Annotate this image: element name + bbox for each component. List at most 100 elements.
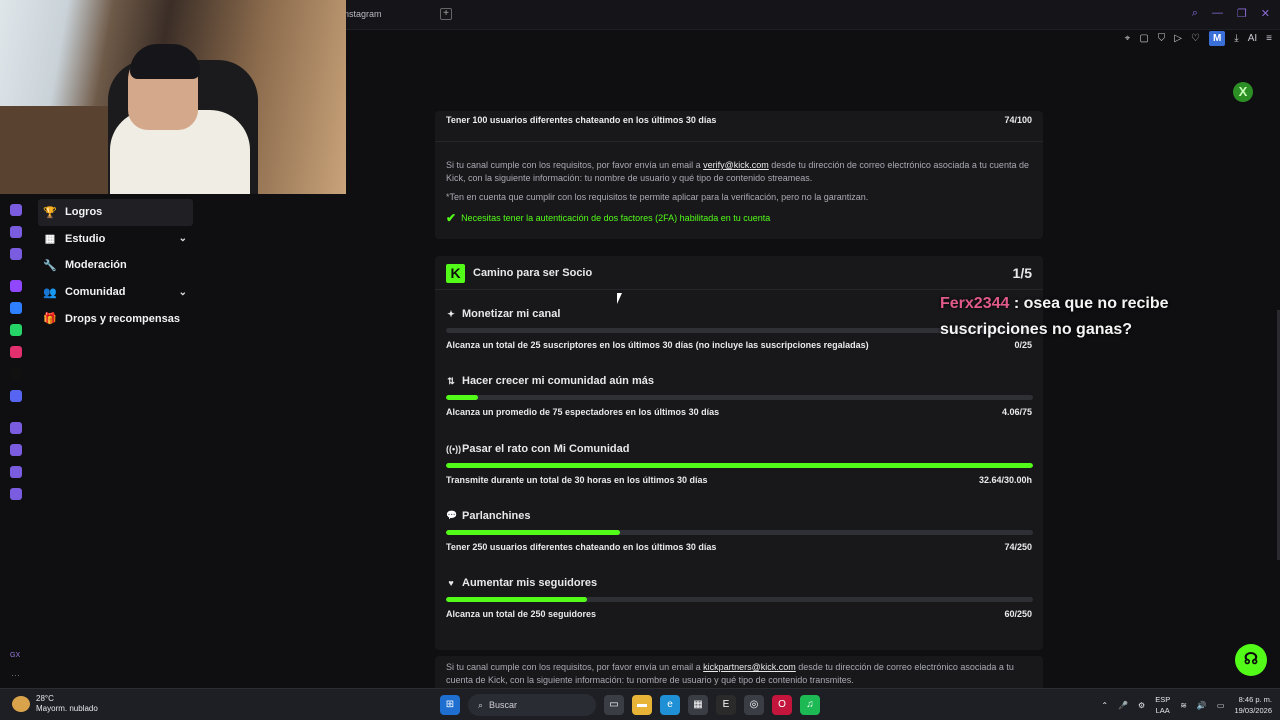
maximize-button[interactable]: ❐ xyxy=(1237,7,1247,20)
messenger-icon[interactable] xyxy=(10,302,22,314)
goal-icon: ✦ xyxy=(447,308,455,319)
goal-requirement: Alcanza un promedio de 75 espectadores e… xyxy=(446,407,1032,417)
file-explorer-icon[interactable]: ▭ xyxy=(604,695,624,715)
spotify-icon[interactable]: ♫ xyxy=(800,695,820,715)
cube-icon[interactable] xyxy=(10,466,22,478)
clock[interactable]: 8:46 p. m. 19/03/2026 xyxy=(1234,694,1272,716)
verification-requirement: Tener 100 usuarios diferentes chateando … xyxy=(446,115,1032,125)
steam-icon[interactable]: ◎ xyxy=(744,695,764,715)
xbox-icon[interactable]: X xyxy=(1233,82,1253,102)
goal-title-text: Pasar el rato con Mi Comunidad xyxy=(462,442,630,455)
microphone-icon[interactable]: 🎤 xyxy=(1118,701,1128,710)
wifi-icon[interactable]: ≋ xyxy=(1180,701,1187,710)
search-icon: ⌕ xyxy=(478,699,484,710)
opera-gx-icon[interactable]: O xyxy=(772,695,792,715)
goal-title-text: Aumentar mis seguidores xyxy=(462,577,598,590)
verify-email-link[interactable]: verify@kick.com xyxy=(703,160,769,170)
chat-username: Ferx2344 xyxy=(940,295,1010,312)
folder-icon[interactable]: ▬ xyxy=(632,695,652,715)
play-icon[interactable] xyxy=(10,422,22,434)
m-icon[interactable] xyxy=(10,248,22,260)
minimize-button[interactable]: — xyxy=(1212,7,1223,20)
windows-start-icon[interactable]: ⊞ xyxy=(440,695,460,715)
chevron-up-icon[interactable]: ⌃ xyxy=(1101,701,1108,710)
close-button[interactable]: ✕ xyxy=(1261,7,1270,20)
partner-email-link[interactable]: kickpartners@kick.com xyxy=(703,662,796,672)
nav-label: Moderación xyxy=(65,259,127,272)
pin-icon[interactable]: ⌖ xyxy=(1125,33,1131,44)
nav-label: Logros xyxy=(65,206,103,219)
weather-widget[interactable]: 28°C Mayorm. nublado xyxy=(12,694,98,714)
nav-icon: 🔧 xyxy=(43,259,57,272)
ai-icon[interactable]: AI xyxy=(1248,33,1257,44)
weather-temp: 28°C xyxy=(36,694,54,703)
store-icon[interactable]: ▦ xyxy=(688,695,708,715)
twitch-icon[interactable] xyxy=(10,280,22,292)
goal-desc: Alcanza un total de 250 seguidores xyxy=(446,609,597,620)
epic-icon[interactable]: E xyxy=(716,695,736,715)
chevron-down-icon[interactable]: ⌄ xyxy=(179,233,187,244)
nav-label: Estudio xyxy=(65,232,106,245)
check-icon: ✔ xyxy=(446,211,457,225)
more-icon[interactable]: ··· xyxy=(11,670,20,680)
nav-item-4[interactable]: 🎁 Drops y recompensas xyxy=(38,305,193,332)
goal-requirement: Alcanza un total de 250 seguidores 60/250 xyxy=(446,609,1032,619)
goal-title: 💬 Parlanchines xyxy=(446,510,530,522)
goal-progress-fill xyxy=(446,597,587,603)
chat-overlay: Ferx2344 : osea que no recibe suscripcio… xyxy=(940,291,1260,343)
profile-m-icon[interactable]: M xyxy=(1208,30,1226,46)
instagram-icon[interactable] xyxy=(10,346,22,358)
language-indicator[interactable]: ESP LAA xyxy=(1155,694,1170,716)
partner-title: Camino para ser Socio xyxy=(473,267,593,279)
divider xyxy=(435,289,1043,290)
battery-icon[interactable]: ▭ xyxy=(1217,701,1225,710)
menu-icon[interactable]: ≡ xyxy=(1266,33,1272,44)
nav-item-0[interactable]: 🏆 Logros xyxy=(38,199,193,226)
partner-count: 1/5 xyxy=(1012,265,1032,281)
goal-title: ⇅ Hacer crecer mi comunidad aún más xyxy=(446,375,654,387)
goal-value: 32.64/30.00h xyxy=(978,474,1032,485)
discord-icon[interactable] xyxy=(10,390,22,402)
volume-icon[interactable]: 🔊 xyxy=(1197,701,1207,710)
edge-icon[interactable]: e xyxy=(660,695,680,715)
gx-label[interactable]: GX xyxy=(10,652,20,659)
tab-instagram[interactable]: nstagram xyxy=(344,9,382,19)
goal-progress-bar xyxy=(446,529,1033,535)
partner-info: Si tu canal cumple con los requisitos, p… xyxy=(446,661,1032,687)
heart-icon[interactable]: ♡ xyxy=(1191,33,1200,44)
chevron-down-icon[interactable]: ⌄ xyxy=(179,287,187,298)
settings-icon[interactable]: ⚙ xyxy=(1138,701,1145,710)
verification-panel: Tener 100 usuarios diferentes chateando … xyxy=(435,111,1043,239)
goal-title: ♥ Aumentar mis seguidores xyxy=(446,577,597,589)
weather-text: 28°C Mayorm. nublado xyxy=(36,694,98,714)
nav-item-3[interactable]: 👥 Comunidad ⌄ xyxy=(38,279,193,306)
goal-title: ✦ Monetizar mi canal xyxy=(446,308,560,320)
nav-item-1[interactable]: ▦ Estudio ⌄ xyxy=(38,226,193,253)
download-icon[interactable]: ⤓ xyxy=(1234,33,1238,44)
shield-icon[interactable]: ⛉ xyxy=(1158,33,1166,44)
weather-icon xyxy=(12,696,30,712)
new-tab-button[interactable]: + xyxy=(440,8,452,20)
tiktok-icon[interactable] xyxy=(10,368,22,380)
whatsapp-icon[interactable] xyxy=(10,324,22,336)
verification-note: *Ten en cuenta que cumplir con los requi… xyxy=(446,192,869,202)
snapshot-icon[interactable]: ▢ xyxy=(1139,33,1148,44)
kick-icon[interactable] xyxy=(10,204,22,216)
play-icon[interactable]: ▷ xyxy=(1174,33,1182,44)
search-icon[interactable]: ⌕ xyxy=(1192,7,1198,20)
support-button[interactable]: ☊ xyxy=(1235,644,1267,676)
nav-item-2[interactable]: 🔧 Moderación xyxy=(38,252,193,279)
goal-title: ((•)) Pasar el rato con Mi Comunidad xyxy=(446,443,629,455)
clock-icon[interactable] xyxy=(10,444,22,456)
goal-desc: Alcanza un total de 25 suscriptores en l… xyxy=(446,340,869,350)
goal-progress-fill xyxy=(446,529,620,535)
mouse-cursor xyxy=(617,293,622,304)
goal-title-text: Monetizar mi canal xyxy=(462,308,561,320)
divider xyxy=(435,141,1043,142)
gear-icon[interactable] xyxy=(10,488,22,500)
goal-requirement: Tener 250 usuarios diferentes chateando … xyxy=(446,542,1032,552)
calendar-icon[interactable] xyxy=(10,226,22,238)
nav-icon: 🏆 xyxy=(43,206,57,219)
windows-taskbar: 28°C Mayorm. nublado ⊞ ⌕ Buscar ▭ ▬ e ▦ E ◎ O ♫… xyxy=(0,688,1280,720)
taskbar-search[interactable]: ⌕ Buscar xyxy=(468,694,596,716)
